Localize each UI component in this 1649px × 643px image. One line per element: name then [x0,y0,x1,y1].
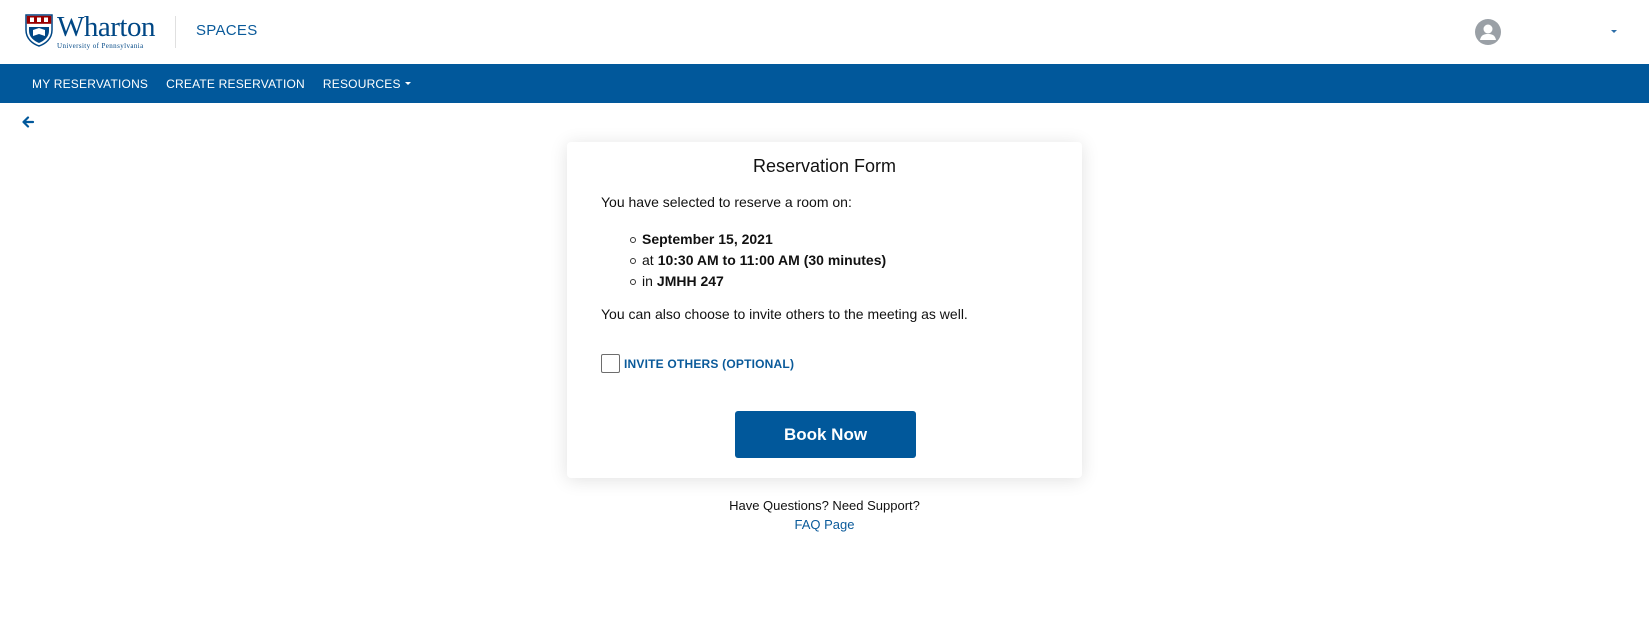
faq-page-link: FAQ Page [0,517,1649,532]
user-avatar-icon[interactable] [1475,19,1501,45]
nav-resources-dropdown[interactable]: RESOURCES [323,77,411,91]
detail-time: at 10:30 AM to 11:00 AM (30 minutes) [630,250,886,271]
wharton-logo[interactable]: Wharton University of Pennsylvania [25,11,155,50]
reservation-room: JMHH 247 [656,273,724,289]
nav-my-reservations[interactable]: MY RESERVATIONS [32,77,148,91]
penn-shield-icon [25,14,53,47]
nav-create-reservation[interactable]: CREATE RESERVATION [166,77,305,91]
caret-down-icon [404,82,411,85]
app-name[interactable]: SPACES [196,22,258,39]
invite-others-checkbox[interactable] [601,354,620,373]
room-prefix: in [642,273,653,289]
logo-subtitle: University of Pennsylvania [57,42,144,50]
back-arrow-icon[interactable] [20,114,36,130]
form-intro-text: You have selected to reserve a room on: [601,194,852,210]
support-text: Have Questions? Need Support? [729,498,920,513]
list-bullet [630,278,636,285]
nav-resources-label: RESOURCES [322,76,401,91]
header-divider [175,16,176,48]
top-header: Wharton University of Pennsylvania SPACE… [0,0,1649,64]
list-bullet [630,257,636,264]
nav-my-reservations-label: MY RESERVATIONS [32,76,149,91]
list-bullet [630,236,636,243]
invite-others-label[interactable]: INVITE OTHERS (OPTIONAL) [624,357,794,371]
logo-wordmark: Wharton [57,11,155,43]
time-prefix: at [642,252,654,268]
faq-page-link-text[interactable]: FAQ Page [795,517,855,532]
reservation-form-card: Reservation Form You have selected to re… [567,142,1082,478]
reservation-date: September 15, 2021 [642,231,773,247]
main-nav: MY RESERVATIONS CREATE RESERVATION RESOU… [0,64,1649,103]
detail-date: September 15, 2021 [630,229,886,250]
reservation-time: 10:30 AM to 11:00 AM (30 minutes) [657,252,887,268]
detail-room: in JMHH 247 [630,271,886,292]
form-title: Reservation Form [752,156,897,176]
user-menu-caret-icon[interactable] [1611,30,1617,33]
reservation-details-list: September 15, 2021 at 10:30 AM to 11:00 … [630,229,886,292]
book-now-button[interactable]: Book Now [735,411,916,458]
nav-create-reservation-label: CREATE RESERVATION [166,76,305,91]
invite-others-option[interactable]: INVITE OTHERS (OPTIONAL) [601,354,794,373]
invite-note-text: You can also choose to invite others to … [601,306,968,322]
